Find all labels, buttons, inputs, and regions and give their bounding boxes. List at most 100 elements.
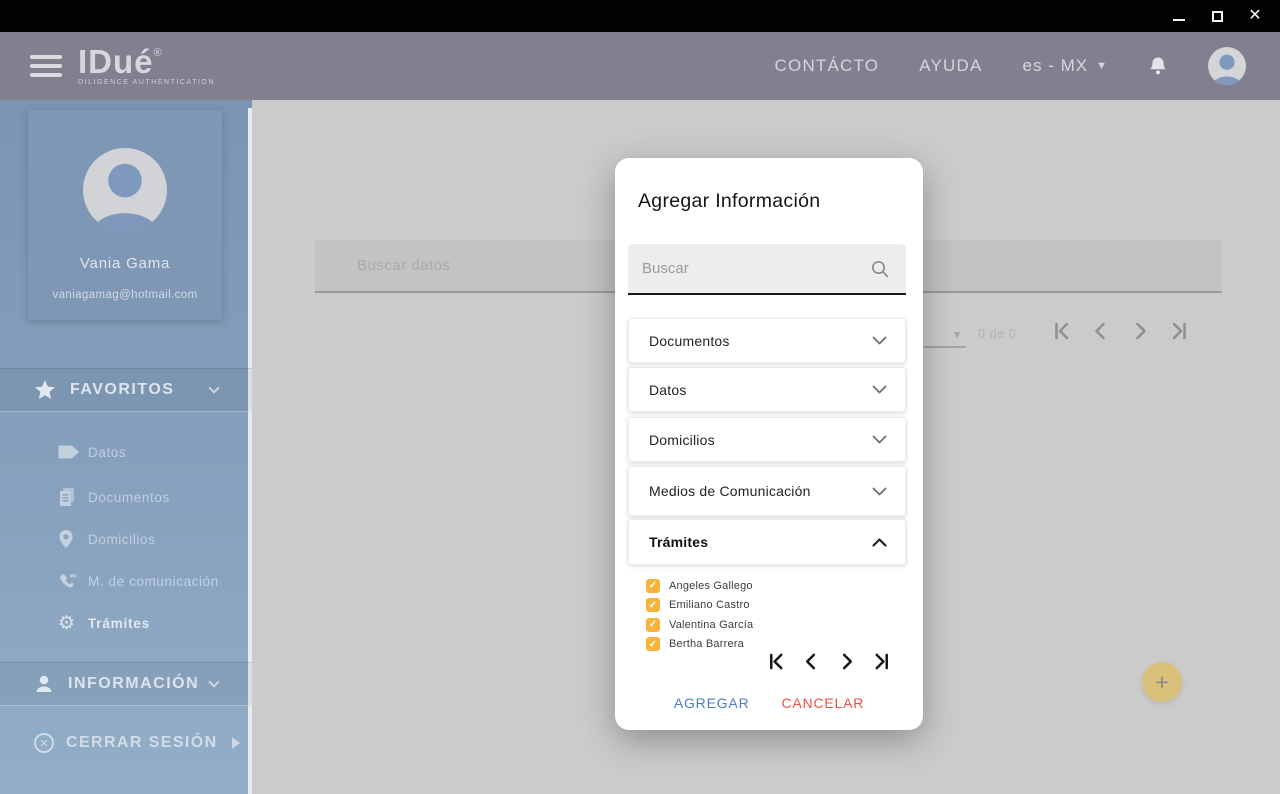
phone-icon [58, 571, 78, 591]
checkbox-checked-icon[interactable]: ✓ [646, 598, 660, 612]
chevron-left-icon [802, 652, 821, 671]
logout-circle-x-icon: ✕ [34, 733, 54, 753]
checklist-item[interactable]: ✓ Emiliano Castro [646, 596, 753, 616]
logo-title: IDué [78, 43, 154, 80]
checkbox-checked-icon[interactable]: ✓ [646, 618, 660, 632]
checklist-item-label: Emiliano Castro [669, 599, 750, 611]
accordion-domicilios[interactable]: Domicilios [628, 417, 906, 462]
last-page-icon [1169, 321, 1189, 341]
dialog-search-bar[interactable] [628, 244, 906, 295]
accordion-label: Domicilios [649, 432, 715, 448]
minimize-button[interactable] [1172, 9, 1186, 23]
checkbox-checked-icon[interactable]: ✓ [646, 637, 660, 651]
agregar-button[interactable]: AGREGAR [674, 695, 750, 711]
checkbox-checked-icon[interactable]: ✓ [646, 579, 660, 593]
registered-mark: ® [154, 47, 162, 59]
favorites-section-header[interactable]: FAVORITOS [0, 368, 252, 412]
chevron-left-icon [1091, 321, 1111, 341]
dialog-pagination [767, 652, 891, 671]
chevron-up-icon [872, 538, 887, 547]
sidebar-item-domicilios[interactable]: Domicilios [0, 518, 252, 560]
dialog-actions: AGREGAR CANCELAR [615, 695, 923, 711]
prev-page-button[interactable] [1091, 321, 1111, 341]
favorites-label: FAVORITOS [70, 381, 174, 399]
sidebar-item-datos[interactable]: Datos [0, 431, 252, 473]
tramites-checklist: ✓ Angeles Gallego ✓ Emiliano Castro ✓ Va… [646, 576, 753, 654]
language-selector[interactable]: es - MX ▼ [1023, 56, 1108, 76]
menu-icon[interactable] [30, 55, 62, 77]
accordion-medios-comunicacion[interactable]: Medios de Comunicación [628, 466, 906, 516]
accordion-label: Datos [649, 382, 687, 398]
user-avatar[interactable] [1208, 47, 1246, 85]
minimize-icon [1173, 19, 1185, 21]
prev-page-button[interactable] [802, 652, 821, 671]
logout-button[interactable]: ✕ CERRAR SESIÓN [0, 723, 252, 763]
close-button[interactable]: ✕ [1248, 9, 1262, 23]
add-fab-button[interactable]: + [1142, 662, 1182, 702]
next-page-button[interactable] [1130, 321, 1150, 341]
sidebar-item-documentos[interactable]: Documentos [0, 476, 252, 518]
first-page-icon [1052, 321, 1072, 341]
accordion-documentos[interactable]: Documentos [628, 318, 906, 363]
next-page-button[interactable] [837, 652, 856, 671]
app-header: IDué® DILIGENCE AUTHENTICATION CONTÁCTO … [0, 32, 1280, 100]
gear-icon: ⚙ [58, 614, 75, 633]
checklist-item[interactable]: ✓ Bertha Barrera [646, 635, 753, 655]
information-label: INFORMACIÓN [68, 675, 199, 693]
notifications-button[interactable] [1148, 55, 1168, 77]
arrow-right-icon [232, 737, 240, 749]
sidebar-item-label: Domicilios [88, 532, 156, 547]
close-icon: ✕ [1248, 9, 1261, 23]
sidebar-item-comunicacion[interactable]: M. de comunicación [0, 560, 252, 602]
caret-down-icon: ▼ [952, 330, 962, 341]
chevron-down-icon [208, 382, 219, 393]
chevron-down-icon [872, 435, 887, 444]
logout-label: CERRAR SESIÓN [66, 734, 218, 752]
search-icon [870, 259, 890, 279]
documents-icon [58, 487, 76, 507]
accordion-tramites[interactable]: Trámites [628, 519, 906, 565]
accordion-label: Medios de Comunicación [649, 483, 811, 499]
maximize-button[interactable] [1210, 9, 1224, 23]
sidebar: Vania Gama vaniagamag@hotmail.com FAVORI… [0, 100, 252, 794]
header-nav: CONTÁCTO AYUDA es - MX ▼ [775, 47, 1280, 85]
language-value: es - MX [1023, 56, 1089, 76]
nav-help-link[interactable]: AYUDA [919, 56, 982, 76]
accordion-label: Trámites [649, 534, 708, 550]
checklist-item[interactable]: ✓ Valentina García [646, 615, 753, 635]
sidebar-item-label: Documentos [88, 490, 170, 505]
first-page-button[interactable] [767, 652, 786, 671]
chevron-down-icon [208, 676, 219, 687]
chevron-right-icon [837, 652, 856, 671]
sidebar-item-label: Trámites [88, 616, 150, 631]
last-page-icon [872, 652, 891, 671]
first-page-button[interactable] [1052, 321, 1072, 341]
avatar-icon [1208, 47, 1246, 85]
information-section-header[interactable]: INFORMACIÓN [0, 662, 252, 706]
plus-icon: + [1155, 669, 1168, 696]
cancelar-button[interactable]: CANCELAR [781, 695, 864, 711]
profile-name: Vania Gama [28, 255, 222, 272]
dialog-search-input[interactable] [628, 244, 870, 293]
checklist-item[interactable]: ✓ Angeles Gallego [646, 576, 753, 596]
caret-down-icon: ▼ [1096, 60, 1108, 72]
location-pin-icon [58, 529, 74, 549]
chevron-right-icon [1130, 321, 1150, 341]
sidebar-item-label: M. de comunicación [88, 574, 219, 589]
window-title-bar: ✕ [0, 0, 1280, 32]
chevron-down-icon [872, 487, 887, 496]
bell-icon [1148, 55, 1168, 77]
last-page-button[interactable] [1169, 321, 1189, 341]
profile-email: vaniagamag@hotmail.com [28, 289, 222, 301]
checklist-item-label: Bertha Barrera [669, 638, 744, 650]
accordion-datos[interactable]: Datos [628, 367, 906, 412]
nav-contact-link[interactable]: CONTÁCTO [775, 56, 880, 76]
card-tag-icon [58, 445, 79, 459]
logo-tagline: DILIGENCE AUTHENTICATION [78, 79, 215, 86]
last-page-button[interactable] [872, 652, 891, 671]
first-page-icon [767, 652, 786, 671]
sidebar-item-label: Datos [88, 445, 126, 460]
sidebar-item-tramites[interactable]: ⚙ Trámites [0, 602, 252, 644]
main-pagination [1052, 321, 1189, 341]
profile-avatar-icon [83, 148, 167, 232]
